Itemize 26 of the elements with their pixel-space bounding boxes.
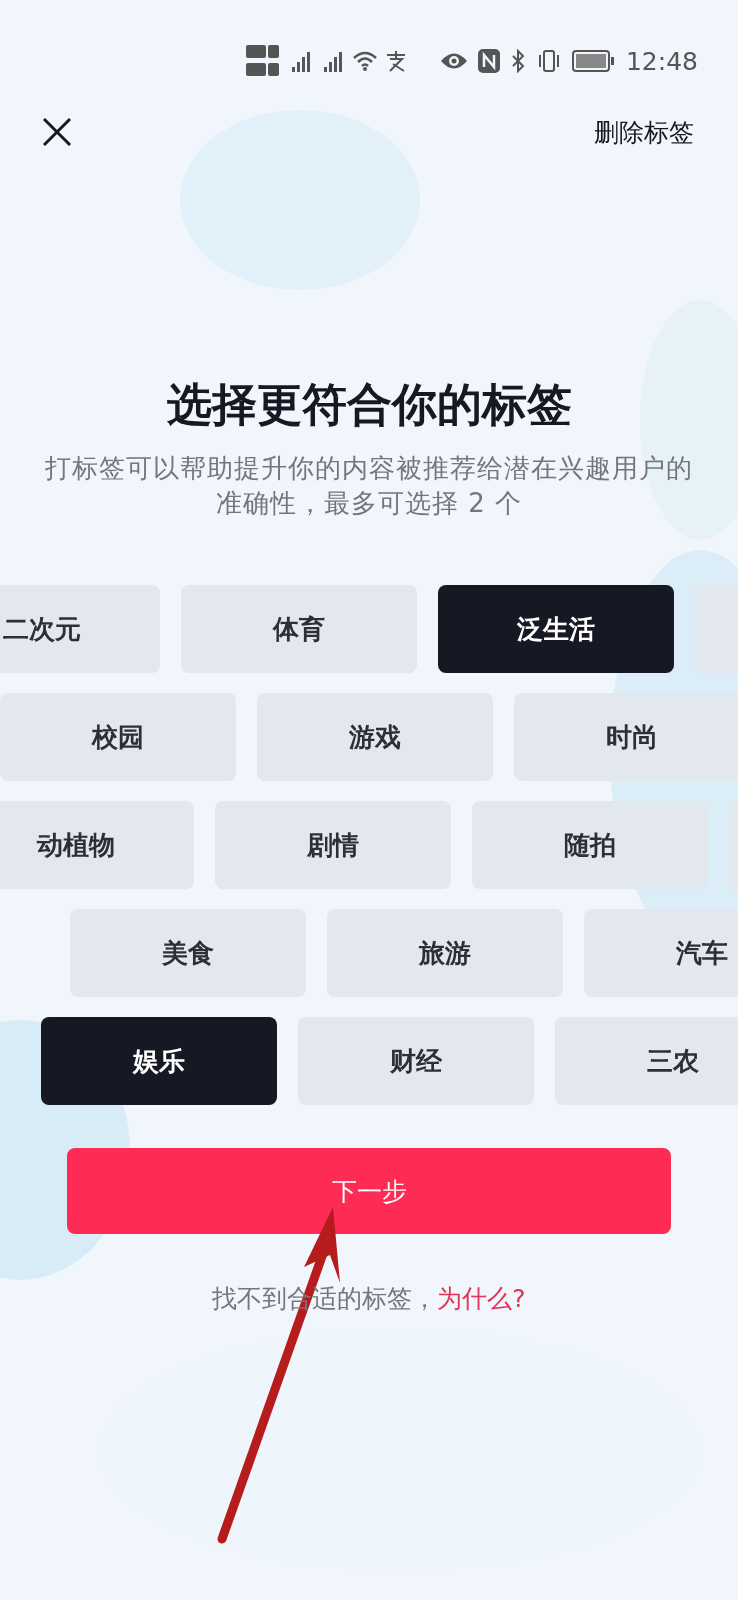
battery-icon <box>571 49 616 73</box>
tag-chip[interactable]: 时尚 <box>514 693 738 781</box>
tag-chip[interactable]: 美食 <box>70 909 306 997</box>
next-button[interactable]: 下一步 <box>67 1148 671 1234</box>
tag-chip[interactable]: 娱乐 <box>41 1017 277 1105</box>
tag-chip[interactable]: 三农 <box>555 1017 738 1105</box>
clock-time: 12:48 <box>625 46 698 76</box>
description-text: 打标签可以帮助提升你的内容被推荐给潜在兴趣用户的准确性，最多可选择 2 个 <box>44 452 694 520</box>
delete-tags-link[interactable]: 删除标签 <box>594 115 694 149</box>
eye-icon <box>439 52 468 70</box>
bluetooth-icon <box>509 49 526 73</box>
page-title: 选择更符合你的标签 <box>165 377 573 432</box>
wifi-icon <box>352 50 378 72</box>
tag-chip[interactable]: 汽车 <box>584 909 738 997</box>
tag-chip[interactable]: 财经 <box>298 1017 534 1105</box>
why-link[interactable]: 为什么? <box>437 1284 526 1313</box>
tag-chip[interactable]: 随拍 <box>472 801 708 889</box>
tag-chip[interactable]: 游戏 <box>257 693 493 781</box>
tag-chip[interactable]: 剧情 <box>215 801 451 889</box>
tag-chip[interactable]: 动植物 <box>0 801 194 889</box>
tag-chip[interactable]: 泛生活 <box>438 585 674 673</box>
tag-chip[interactable]: 二次元 <box>0 585 160 673</box>
tag-chip[interactable]: 旅游 <box>327 909 563 997</box>
close-icon[interactable] <box>42 117 72 147</box>
tag-chip[interactable]: 体育 <box>181 585 417 673</box>
tag-chip[interactable]: 校园 <box>0 693 236 781</box>
